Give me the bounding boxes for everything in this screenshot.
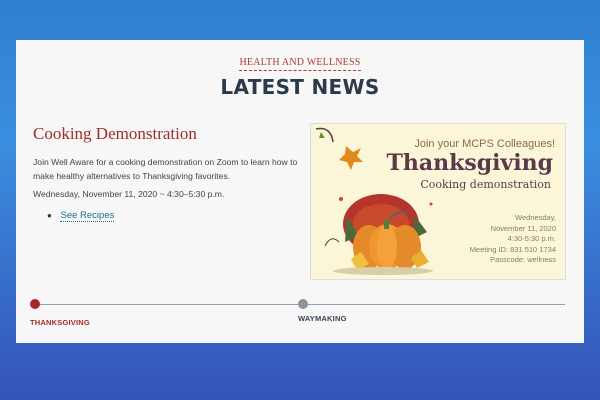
article-title: Cooking Demonstration [33, 124, 197, 143]
flyer-line1: Join your MCPS Colleagues! [414, 138, 555, 150]
page-title: LATEST NEWS [220, 75, 380, 99]
maple-leaf-icon [339, 146, 363, 170]
bullet-icon: ● [47, 211, 52, 220]
links-list: ● See Recipes [47, 210, 115, 222]
timeline-dot-thanksgiving[interactable] [30, 299, 40, 309]
kicker-label: HEALTH AND WELLNESS [239, 57, 361, 71]
timeline-dot-waymaking[interactable] [298, 299, 308, 309]
vine-icon [315, 127, 334, 143]
flyer-info-line: Passcode: wellness [490, 255, 556, 264]
news-panel: HEALTH AND WELLNESS LATEST NEWS Cooking … [16, 40, 584, 343]
flyer-info-line: Wednesday, [515, 213, 556, 222]
section-kicker: HEALTH AND WELLNESS [16, 52, 584, 71]
see-recipes-link[interactable]: See Recipes [60, 210, 115, 222]
event-flyer-image: Join your MCPS Colleagues! Thanksgiving … [310, 123, 566, 280]
flyer-info-line: November 11, 2020 [490, 223, 556, 233]
flyer-subtitle: Cooking demonstration [420, 178, 551, 191]
flyer-info-line: 4:30-5:30 p.m. [507, 234, 556, 243]
leaf-icon [319, 132, 325, 138]
flyer-info: Wednesday, November 11, 2020 4:30-5:30 p… [470, 213, 556, 266]
article-body: Join Well Aware for a cooking demonstrat… [33, 157, 298, 181]
flyer-info-line: Meeting ID: 831 510 1734 [469, 244, 556, 254]
timeline-label-thanksgiving[interactable]: THANKSGIVING [30, 318, 90, 327]
pumpkin-stem [384, 220, 389, 229]
timeline-label-waymaking[interactable]: WAYMAKING [298, 314, 347, 323]
flyer-title: Thanksgiving [386, 150, 553, 176]
article-date: Wednesday, November 11, 2020 ~ 4:30–5:30… [33, 189, 225, 199]
